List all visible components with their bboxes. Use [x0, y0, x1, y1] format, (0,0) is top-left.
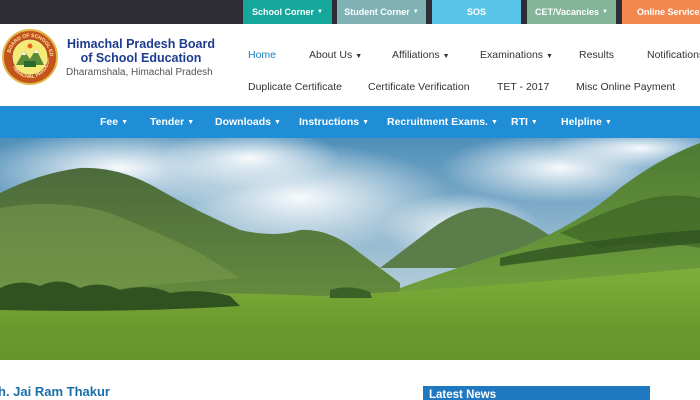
- nav-duplicate-certificate[interactable]: Duplicate Certificate: [248, 81, 342, 93]
- tab-school-corner[interactable]: School Corner ▼: [243, 0, 332, 24]
- tab-student-corner[interactable]: Student Corner ▼: [337, 0, 426, 24]
- nav-helpline[interactable]: Helpline ▼: [561, 106, 612, 138]
- nav-label: RTI: [511, 116, 528, 128]
- nav-label: Misc Online Payment: [576, 81, 676, 93]
- tab-label: School Corner: [252, 7, 315, 17]
- chevron-down-icon: ▼: [121, 118, 129, 126]
- nav-tet-2017[interactable]: TET - 2017: [497, 81, 549, 93]
- chevron-down-icon: ▼: [546, 53, 553, 60]
- chevron-down-icon: ▼: [604, 118, 612, 126]
- nav-home[interactable]: Home: [248, 49, 276, 61]
- tab-label: Student Corner: [344, 7, 410, 17]
- nav-fee[interactable]: Fee ▼: [100, 106, 128, 138]
- chevron-down-icon: ▼: [362, 118, 370, 126]
- chevron-down-icon: ▼: [442, 53, 450, 60]
- org-location: Dharamshala, Himachal Pradesh: [66, 67, 213, 78]
- org-title-block: Himachal Pradesh Board of School Educati…: [66, 37, 216, 78]
- nav-instructions[interactable]: Instructions ▼: [299, 106, 369, 138]
- secondary-nav-bar: Fee ▼ Tender ▼ Downloads ▼ Instructions ▼ Re…: [0, 106, 700, 138]
- nav-label: Fee: [100, 116, 119, 128]
- chevron-down-icon: ▼: [274, 118, 281, 126]
- chevron-down-icon: ▼: [355, 53, 363, 60]
- nav-results[interactable]: Results: [579, 49, 614, 61]
- nav-notifications[interactable]: Notifications: [647, 49, 700, 61]
- page: School Corner ▼ Student Corner ▼ SOS CET/V…: [0, 0, 700, 400]
- chief-minister-name: h. Jai Ram Thakur: [0, 384, 110, 399]
- nav-label: TET - 2017: [497, 81, 550, 93]
- nav-label: Results: [579, 49, 615, 61]
- nav-label: Examinations: [480, 49, 544, 61]
- tab-cet-vacancies[interactable]: CET/Vacancies ▼: [527, 0, 616, 24]
- nav-label: About Us: [309, 49, 353, 61]
- chevron-down-icon: ▼: [412, 9, 419, 15]
- nav-label: Notifications: [647, 49, 700, 61]
- nav-recruitment-exams[interactable]: Recruitment Exams. ▼: [387, 106, 498, 138]
- site-header: BOARD OF SCHOOL EDU HIMACHAL PRADESH Him…: [0, 24, 700, 106]
- top-tab-strip: School Corner ▼ Student Corner ▼ SOS CET/V…: [0, 0, 700, 24]
- nav-affiliations[interactable]: Affiliations ▼: [392, 49, 450, 61]
- chevron-down-icon: ▼: [317, 9, 323, 15]
- nav-label: Certificate Verification: [368, 81, 470, 93]
- nav-misc-online-payment[interactable]: Misc Online Payment: [576, 81, 675, 93]
- tab-sos[interactable]: SOS: [432, 0, 521, 24]
- nav-label: Home: [248, 49, 277, 61]
- tab-label: Online Services: [637, 7, 700, 17]
- tab-label: CET/Vacancies: [535, 7, 600, 17]
- nav-label: Affiliations: [392, 49, 440, 61]
- chevron-down-icon: ▼: [187, 118, 195, 126]
- tab-label: SOS: [466, 7, 486, 17]
- org-name[interactable]: Himachal Pradesh Board of School Educati…: [66, 37, 216, 65]
- nav-examinations[interactable]: Examinations ▼: [480, 49, 553, 61]
- nav-about-us[interactable]: About Us ▼: [309, 49, 362, 61]
- nav-label: Duplicate Certificate: [248, 81, 342, 93]
- logo-emblem-icon: BOARD OF SCHOOL EDU HIMACHAL PRADESH: [4, 31, 56, 83]
- nav-label: Helpline: [561, 116, 602, 128]
- nav-rti[interactable]: RTI ▼: [511, 106, 538, 138]
- chevron-down-icon: ▼: [490, 118, 498, 126]
- nav-label: Tender: [150, 116, 185, 128]
- nav-label: Instructions: [299, 116, 360, 128]
- latest-news-header[interactable]: Latest News: [423, 386, 650, 400]
- nav-downloads[interactable]: Downloads ▼: [215, 106, 281, 138]
- tab-online-services[interactable]: Online Services: [622, 0, 700, 24]
- chevron-down-icon: ▼: [530, 118, 538, 126]
- nav-tender[interactable]: Tender ▼: [150, 106, 194, 138]
- nav-label: Downloads: [215, 116, 272, 128]
- chevron-down-icon: ▼: [602, 9, 608, 15]
- nav-certificate-verification[interactable]: Certificate Verification: [368, 81, 470, 93]
- nav-label: Recruitment Exams.: [387, 116, 488, 128]
- content-area: h. Jai Ram Thakur Latest News: [0, 360, 700, 400]
- board-logo[interactable]: BOARD OF SCHOOL EDU HIMACHAL PRADESH: [2, 29, 58, 85]
- hero-banner-image: [0, 138, 700, 360]
